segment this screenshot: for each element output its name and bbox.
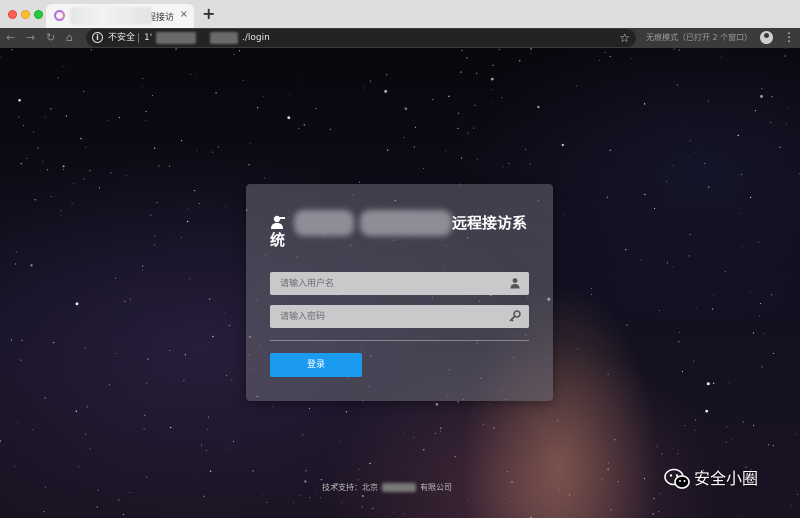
- url-prefix: 1': [144, 33, 153, 43]
- forward-button[interactable]: →: [26, 31, 35, 45]
- login-title-tail: 远程接访系: [452, 214, 528, 232]
- password-input[interactable]: [270, 305, 500, 328]
- zoom-window-button[interactable]: [34, 10, 43, 19]
- omnibox-divider: [138, 33, 139, 43]
- reload-button[interactable]: ↻: [46, 31, 55, 45]
- username-field[interactable]: [270, 272, 529, 295]
- redaction-blur: [382, 483, 416, 492]
- password-field[interactable]: [270, 305, 529, 328]
- star-icon[interactable]: ☆: [619, 30, 630, 46]
- address-bar[interactable]: i 不安全 1' ./login ☆: [86, 29, 636, 47]
- browser-tab-bar: 程接访 × +: [0, 0, 800, 28]
- redaction-blur: [210, 32, 238, 44]
- user-logo-icon: [271, 215, 285, 229]
- footer-suffix: 有限公司: [420, 483, 452, 492]
- browser-tab[interactable]: 程接访 ×: [46, 4, 194, 28]
- redaction-blur: [70, 7, 152, 25]
- url-suffix: ./login: [242, 33, 270, 43]
- info-icon[interactable]: i: [92, 32, 103, 43]
- home-button[interactable]: ⌂: [66, 31, 73, 45]
- user-icon: [510, 278, 520, 289]
- browser-menu-icon[interactable]: ⋮: [783, 30, 795, 44]
- login-page: 远程接访系 统 登录 技术支持：北京 有限公司: [0, 48, 800, 518]
- username-input[interactable]: [270, 272, 500, 295]
- tab-close-icon[interactable]: ×: [180, 9, 188, 21]
- login-button[interactable]: 登录: [270, 353, 362, 377]
- key-icon: [509, 310, 521, 322]
- redaction-blur: [360, 210, 452, 236]
- incognito-profile-icon[interactable]: [760, 31, 773, 44]
- incognito-label[interactable]: 无痕模式（已打开 2 个窗口）: [646, 32, 752, 43]
- form-divider: [270, 340, 529, 341]
- login-title-head: 统: [270, 231, 286, 249]
- minimize-window-button[interactable]: [21, 10, 30, 19]
- footer-prefix: 技术支持：北京: [322, 483, 378, 492]
- close-window-button[interactable]: [8, 10, 17, 19]
- watermark-text: 安全小圈: [694, 469, 759, 488]
- wechat-icon: [664, 468, 690, 489]
- new-tab-button[interactable]: +: [202, 6, 215, 22]
- back-button[interactable]: ←: [6, 31, 15, 45]
- security-label[interactable]: 不安全: [108, 32, 135, 44]
- favicon-icon: [54, 10, 65, 21]
- redaction-blur: [294, 210, 354, 236]
- footer-credit: 技术支持：北京 有限公司: [322, 482, 452, 493]
- login-card: 远程接访系 统 登录: [246, 184, 553, 401]
- redaction-blur: [156, 32, 196, 44]
